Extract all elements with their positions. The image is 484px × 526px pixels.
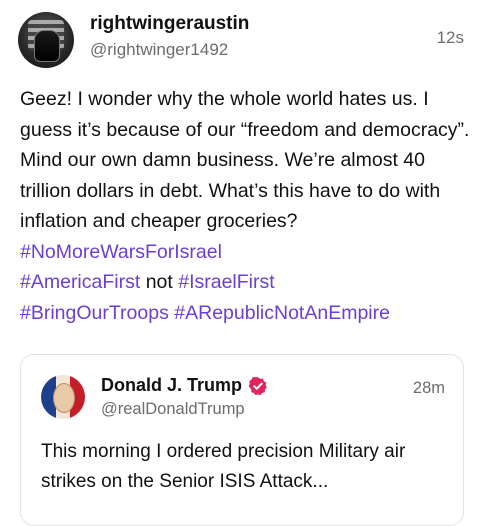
verified-badge-icon bbox=[248, 377, 267, 396]
quoted-handle[interactable]: @realDonaldTrump bbox=[101, 400, 245, 419]
quoted-timestamp: 28m bbox=[412, 379, 445, 397]
hashtag-link[interactable]: #IsraelFirst bbox=[178, 271, 274, 293]
hashtag-link[interactable]: #AmericaFirst bbox=[20, 271, 140, 293]
post-card[interactable]: rightwingeraustin @rightwinger1492 12s G… bbox=[0, 0, 484, 526]
post-username[interactable]: rightwingeraustin bbox=[90, 13, 249, 35]
quoted-post-card[interactable]: Donald J. Trump @realDonaldTrump 28m Thi… bbox=[20, 354, 464, 526]
user-avatar[interactable] bbox=[18, 12, 74, 68]
quoted-username-text: Donald J. Trump bbox=[101, 375, 243, 395]
post-text: Geez! I wonder why the whole world hates… bbox=[20, 84, 470, 328]
post-timestamp: 12s bbox=[436, 28, 464, 47]
hashtag-link[interactable]: #NoMoreWarsForIsrael bbox=[20, 241, 222, 263]
face-icon bbox=[53, 383, 75, 413]
quoted-user-avatar[interactable] bbox=[41, 375, 85, 419]
post-handle[interactable]: @rightwinger1492 bbox=[90, 40, 228, 60]
post-text-main: Geez! I wonder why the whole world hates… bbox=[20, 88, 470, 232]
hashtag-link[interactable]: #ARepublicNotAnEmpire bbox=[174, 302, 390, 324]
quoted-username[interactable]: Donald J. Trump bbox=[101, 375, 268, 396]
helmet-icon bbox=[34, 30, 60, 62]
post-text-connector: not bbox=[140, 271, 179, 293]
quoted-text: This morning I ordered precision Militar… bbox=[41, 441, 406, 492]
hashtag-link[interactable]: #BringOurTroops bbox=[20, 302, 169, 324]
